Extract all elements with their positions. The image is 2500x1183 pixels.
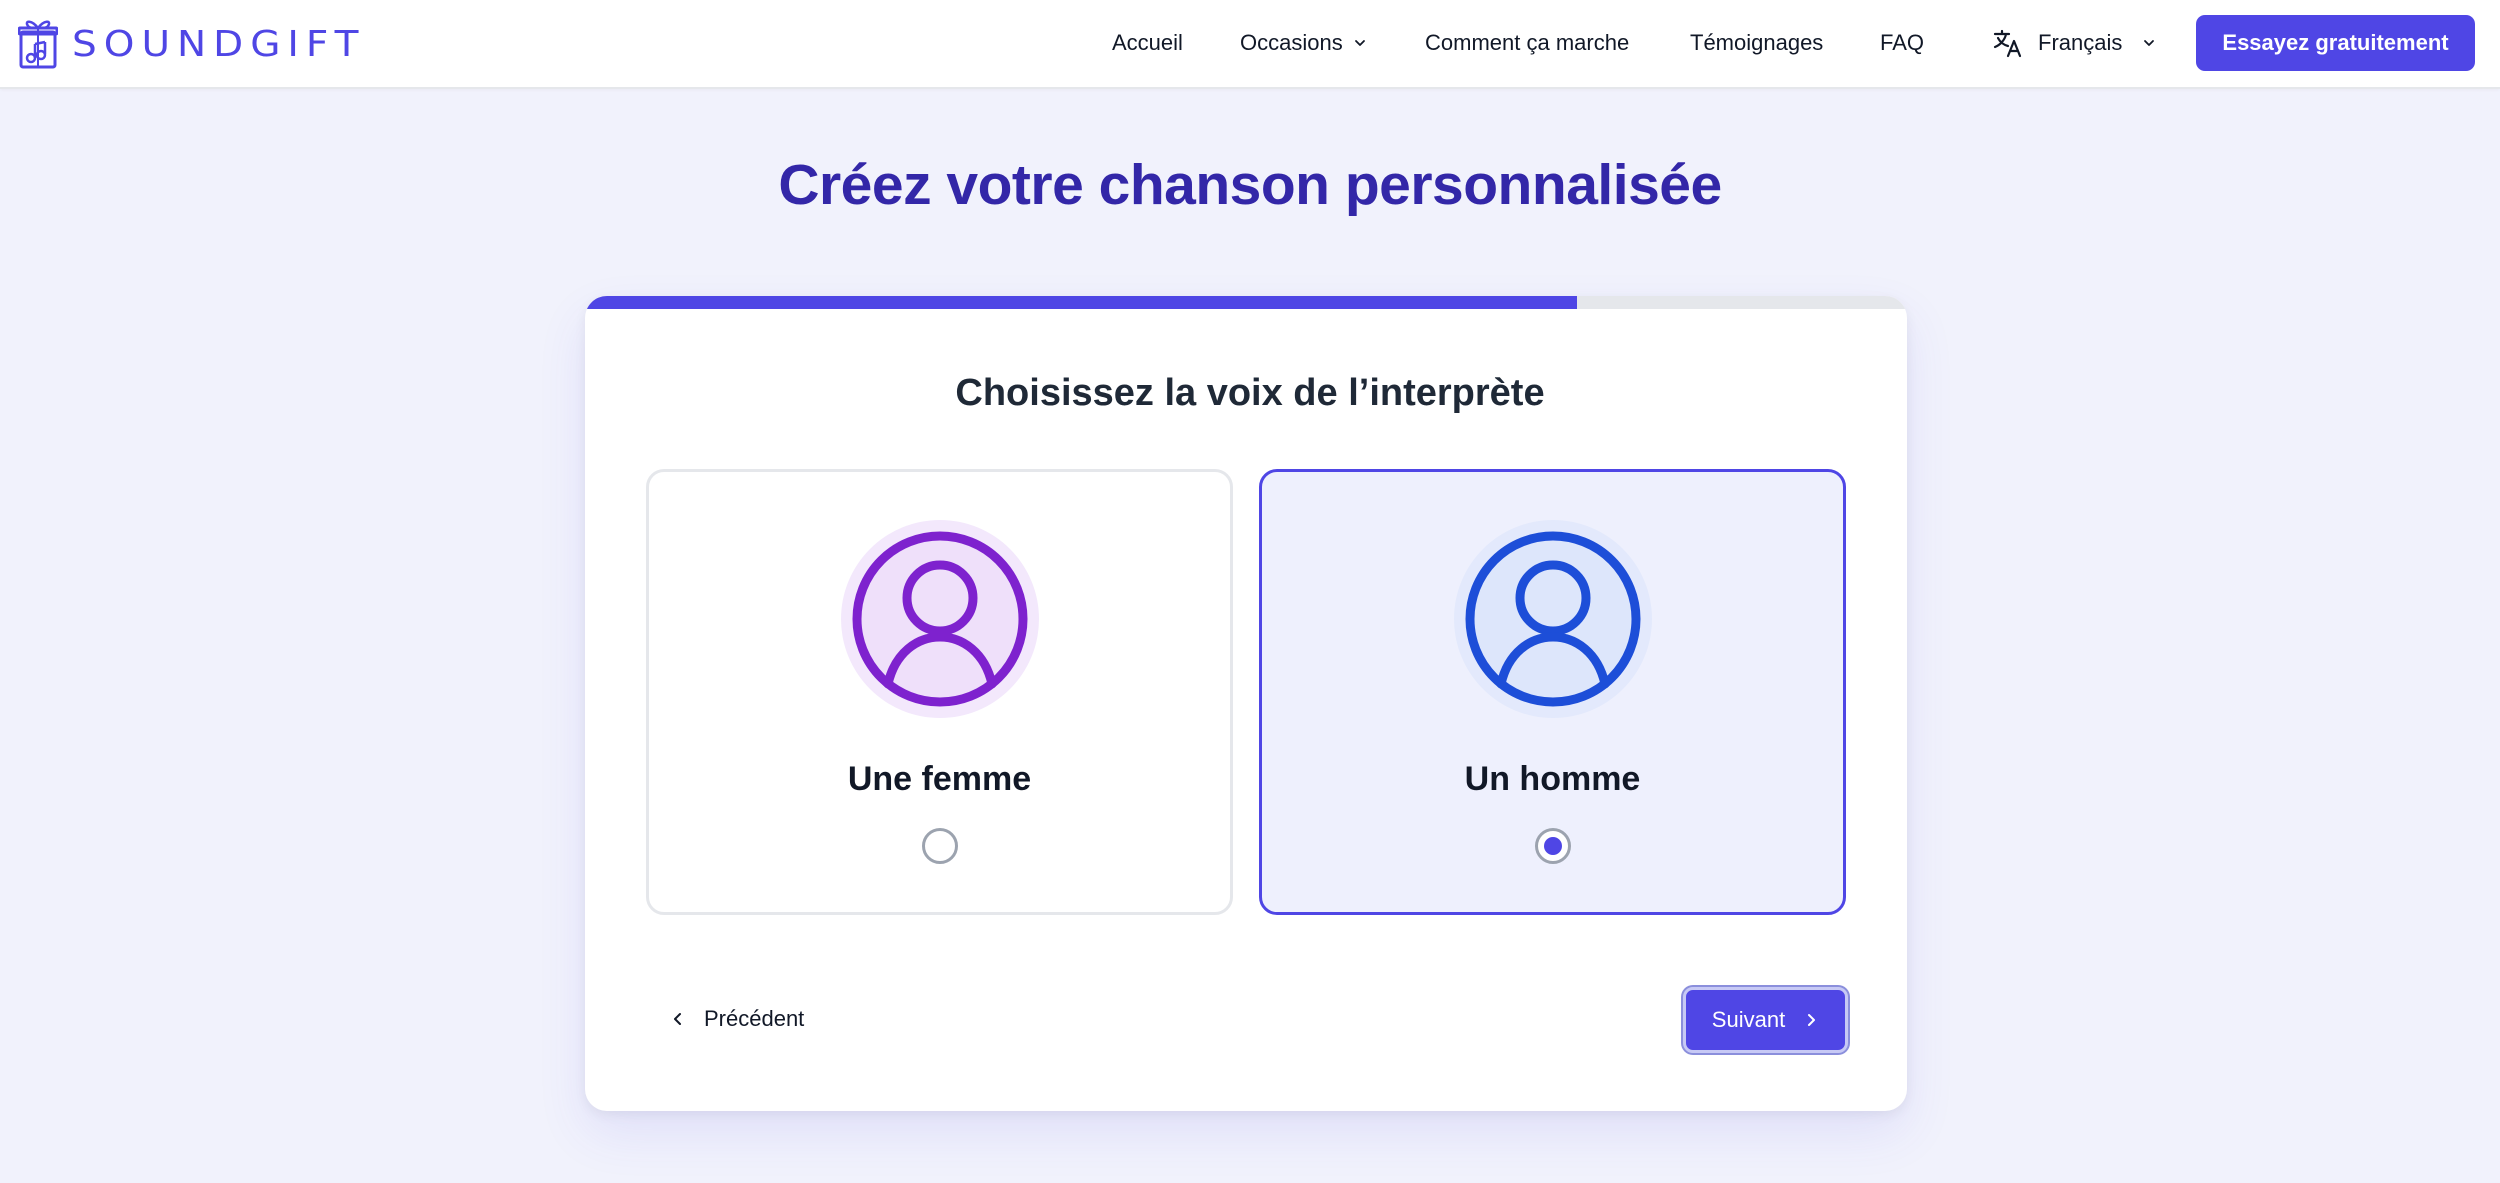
language-selector[interactable]: Français bbox=[1992, 0, 2156, 86]
nav-item-accueil[interactable]: Accueil bbox=[1112, 0, 1183, 86]
nav-item-label: Comment ça marche bbox=[1425, 30, 1630, 55]
next-label: Suivant bbox=[1711, 1007, 1786, 1032]
step-question: Choisissez la voix de l’interprète bbox=[955, 372, 1545, 414]
nav-item-occasions[interactable]: Occasions bbox=[1240, 0, 1367, 86]
language-label: Français bbox=[2038, 30, 2123, 55]
voice-radio-female[interactable] bbox=[921, 828, 958, 864]
nav-item-faq[interactable]: FAQ bbox=[1880, 0, 1924, 86]
option-label: Une femme bbox=[847, 760, 1032, 798]
voice-option-female[interactable]: Une femme bbox=[646, 469, 1233, 915]
nav-item-label: Occasions bbox=[1240, 30, 1343, 55]
next-button[interactable]: Suivant bbox=[1683, 987, 1848, 1053]
site-header: SOUNDGIFT Accueil Occasions Comment ça m… bbox=[0, 0, 2500, 89]
male-avatar-icon bbox=[1453, 520, 1652, 718]
previous-button[interactable]: Précédent bbox=[664, 990, 810, 1048]
chevron-right-icon bbox=[1808, 1014, 1816, 1026]
option-label: Un homme bbox=[1464, 760, 1641, 798]
nav-item-label: Accueil bbox=[1112, 30, 1183, 55]
nav-item-label: Témoignages bbox=[1690, 30, 1824, 55]
previous-label: Précédent bbox=[704, 1006, 805, 1031]
voice-radio-male[interactable] bbox=[1534, 828, 1571, 864]
nav-item-temoignages[interactable]: Témoignages bbox=[1690, 0, 1823, 86]
chevron-down-icon bbox=[1354, 40, 1365, 46]
chevron-down-icon bbox=[2144, 40, 2155, 46]
voice-option-male[interactable]: Un homme bbox=[1259, 469, 1846, 915]
chevron-left-icon bbox=[674, 1013, 681, 1025]
progress-bar bbox=[585, 296, 1907, 309]
nav-item-label: FAQ bbox=[1880, 30, 1925, 55]
page-title: Créez votre chanson personnalisée bbox=[778, 153, 1722, 217]
female-avatar-icon bbox=[840, 520, 1039, 718]
translate-icon bbox=[1993, 29, 2022, 58]
try-free-button[interactable]: Essayez gratuitement bbox=[2196, 15, 2475, 71]
progress-fill bbox=[585, 296, 1577, 309]
nav-item-comment-ca-marche[interactable]: Comment ça marche bbox=[1425, 0, 1629, 86]
